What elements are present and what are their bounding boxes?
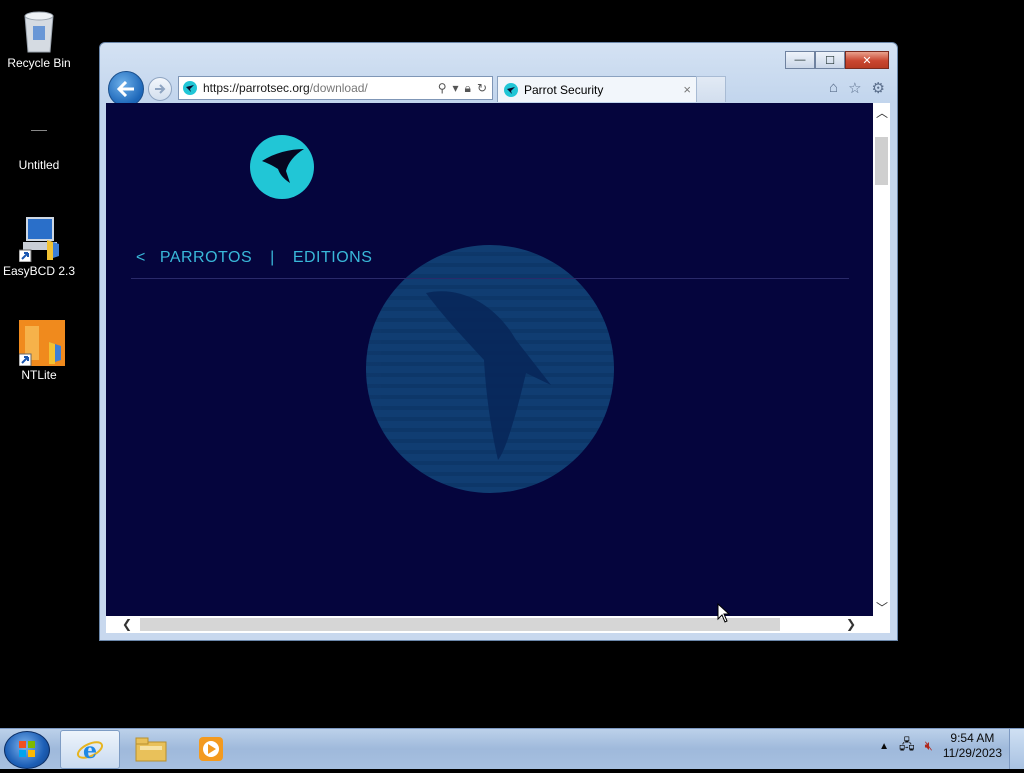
refresh-icon[interactable]: ↻	[477, 81, 487, 96]
dropdown-icon[interactable]: ▾	[453, 81, 459, 96]
show-hidden-icons-icon[interactable]: ▲	[879, 741, 889, 752]
parrot-favicon-icon	[504, 82, 518, 97]
clock-time: 9:54 AM	[950, 731, 995, 745]
nav-divider	[131, 278, 849, 279]
show-desktop-button[interactable]	[1009, 729, 1024, 769]
nav-separator: |	[270, 249, 275, 266]
browser-toolbar-icons: ⌂ ☆ ⚙	[829, 79, 885, 97]
horizontal-scrollbar[interactable]: ❮ ❯	[106, 616, 890, 633]
page-breadcrumb-nav: < PARROTOS | EDITIONS	[136, 249, 372, 267]
svg-text:e: e	[83, 738, 97, 764]
parrot-favicon-icon	[183, 81, 197, 95]
windows-logo-icon	[19, 741, 35, 757]
search-icon[interactable]: ⚲	[438, 81, 447, 96]
internet-explorer-icon: e	[76, 738, 104, 764]
parrot-bird-icon	[262, 149, 304, 183]
blank-file-icon	[19, 118, 59, 148]
parrot-silhouette-icon	[426, 291, 551, 460]
desktop-icon-easybcd[interactable]: EasyBCD 2.3	[1, 216, 77, 278]
tab-close-icon[interactable]: ×	[683, 82, 691, 97]
arrow-right-icon	[155, 84, 166, 94]
desktop-icon-recycle-bin[interactable]: Recycle Bin	[1, 8, 77, 70]
tab-title: Parrot Security	[524, 82, 604, 97]
back-button[interactable]	[108, 71, 144, 107]
page-viewport: < PARROTOS | EDITIONS	[106, 103, 873, 616]
scroll-left-icon[interactable]: ❮	[122, 617, 132, 631]
forward-button[interactable]	[148, 77, 172, 101]
parrot-logo[interactable]	[250, 135, 314, 199]
network-icon[interactable]: 🖧	[899, 734, 915, 758]
lock-icon[interactable]: 🔒︎	[465, 81, 471, 96]
horizontal-scroll-thumb[interactable]	[140, 618, 780, 631]
vertical-scrollbar[interactable]: ︿ ﹀	[873, 103, 890, 616]
background-parrot-emblem	[366, 245, 614, 493]
url-host: https://parrotsec.org	[203, 81, 310, 95]
browser-window: — ☐ ✕ https://parrotsec.org /download/ ⚲…	[99, 42, 898, 641]
address-tools: ⚲ ▾ 🔒︎ ↻	[438, 81, 492, 96]
easybcd-icon	[18, 216, 59, 263]
desktop-icon-label: Recycle Bin	[7, 56, 71, 70]
taskbar-media-player[interactable]	[182, 730, 240, 767]
ntlite-icon	[18, 320, 65, 367]
taskbar: e ▲ 🖧 🔇︎ 9:54 AM 11/29/2023	[0, 728, 1024, 769]
mouse-cursor-icon	[717, 603, 731, 623]
scroll-down-icon[interactable]: ﹀	[876, 599, 888, 616]
media-player-icon	[199, 736, 223, 761]
minimize-button[interactable]: —	[785, 51, 815, 69]
desktop-icon-untitled[interactable]: Untitled	[1, 118, 77, 172]
nav-link-editions[interactable]: EDITIONS	[293, 249, 373, 267]
scroll-right-icon[interactable]: ❯	[846, 617, 856, 631]
nav-link-parrotos[interactable]: PARROTOS	[160, 249, 252, 267]
chevron-left-icon[interactable]: <	[136, 249, 146, 267]
tab-parrot-security[interactable]: Parrot Security ×	[497, 76, 698, 102]
arrow-left-icon	[117, 81, 134, 97]
desktop-icon-ntlite[interactable]: NTLite	[1, 320, 77, 382]
clock[interactable]: 9:54 AM 11/29/2023	[943, 731, 1002, 761]
new-tab-button[interactable]	[696, 76, 726, 102]
start-button[interactable]	[4, 731, 50, 769]
desktop-icon-label: NTLite	[21, 368, 57, 382]
vertical-scroll-thumb[interactable]	[875, 137, 888, 185]
taskbar-internet-explorer[interactable]: e	[60, 730, 120, 769]
volume-muted-icon[interactable]: 🔇︎	[925, 738, 933, 754]
desktop-icon-label: Untitled	[18, 158, 60, 172]
file-explorer-icon	[135, 737, 167, 761]
url-path: /download/	[309, 81, 368, 95]
window-controls: — ☐ ✕	[785, 51, 889, 69]
close-button[interactable]: ✕	[845, 51, 889, 69]
recycle-bin-icon	[19, 8, 59, 53]
clock-date: 11/29/2023	[942, 746, 1002, 760]
maximize-button[interactable]: ☐	[815, 51, 845, 69]
settings-gear-icon[interactable]: ⚙	[872, 79, 885, 97]
home-icon[interactable]: ⌂	[829, 79, 838, 97]
system-tray: ▲ 🖧 🔇︎ 9:54 AM 11/29/2023	[879, 731, 1002, 761]
address-bar[interactable]: https://parrotsec.org /download/ ⚲ ▾ 🔒︎ …	[178, 76, 493, 100]
taskbar-file-explorer[interactable]	[122, 730, 180, 767]
favorites-star-icon[interactable]: ☆	[848, 79, 861, 97]
desktop-icon-label: EasyBCD 2.3	[2, 264, 76, 278]
scroll-up-icon[interactable]: ︿	[876, 104, 888, 121]
